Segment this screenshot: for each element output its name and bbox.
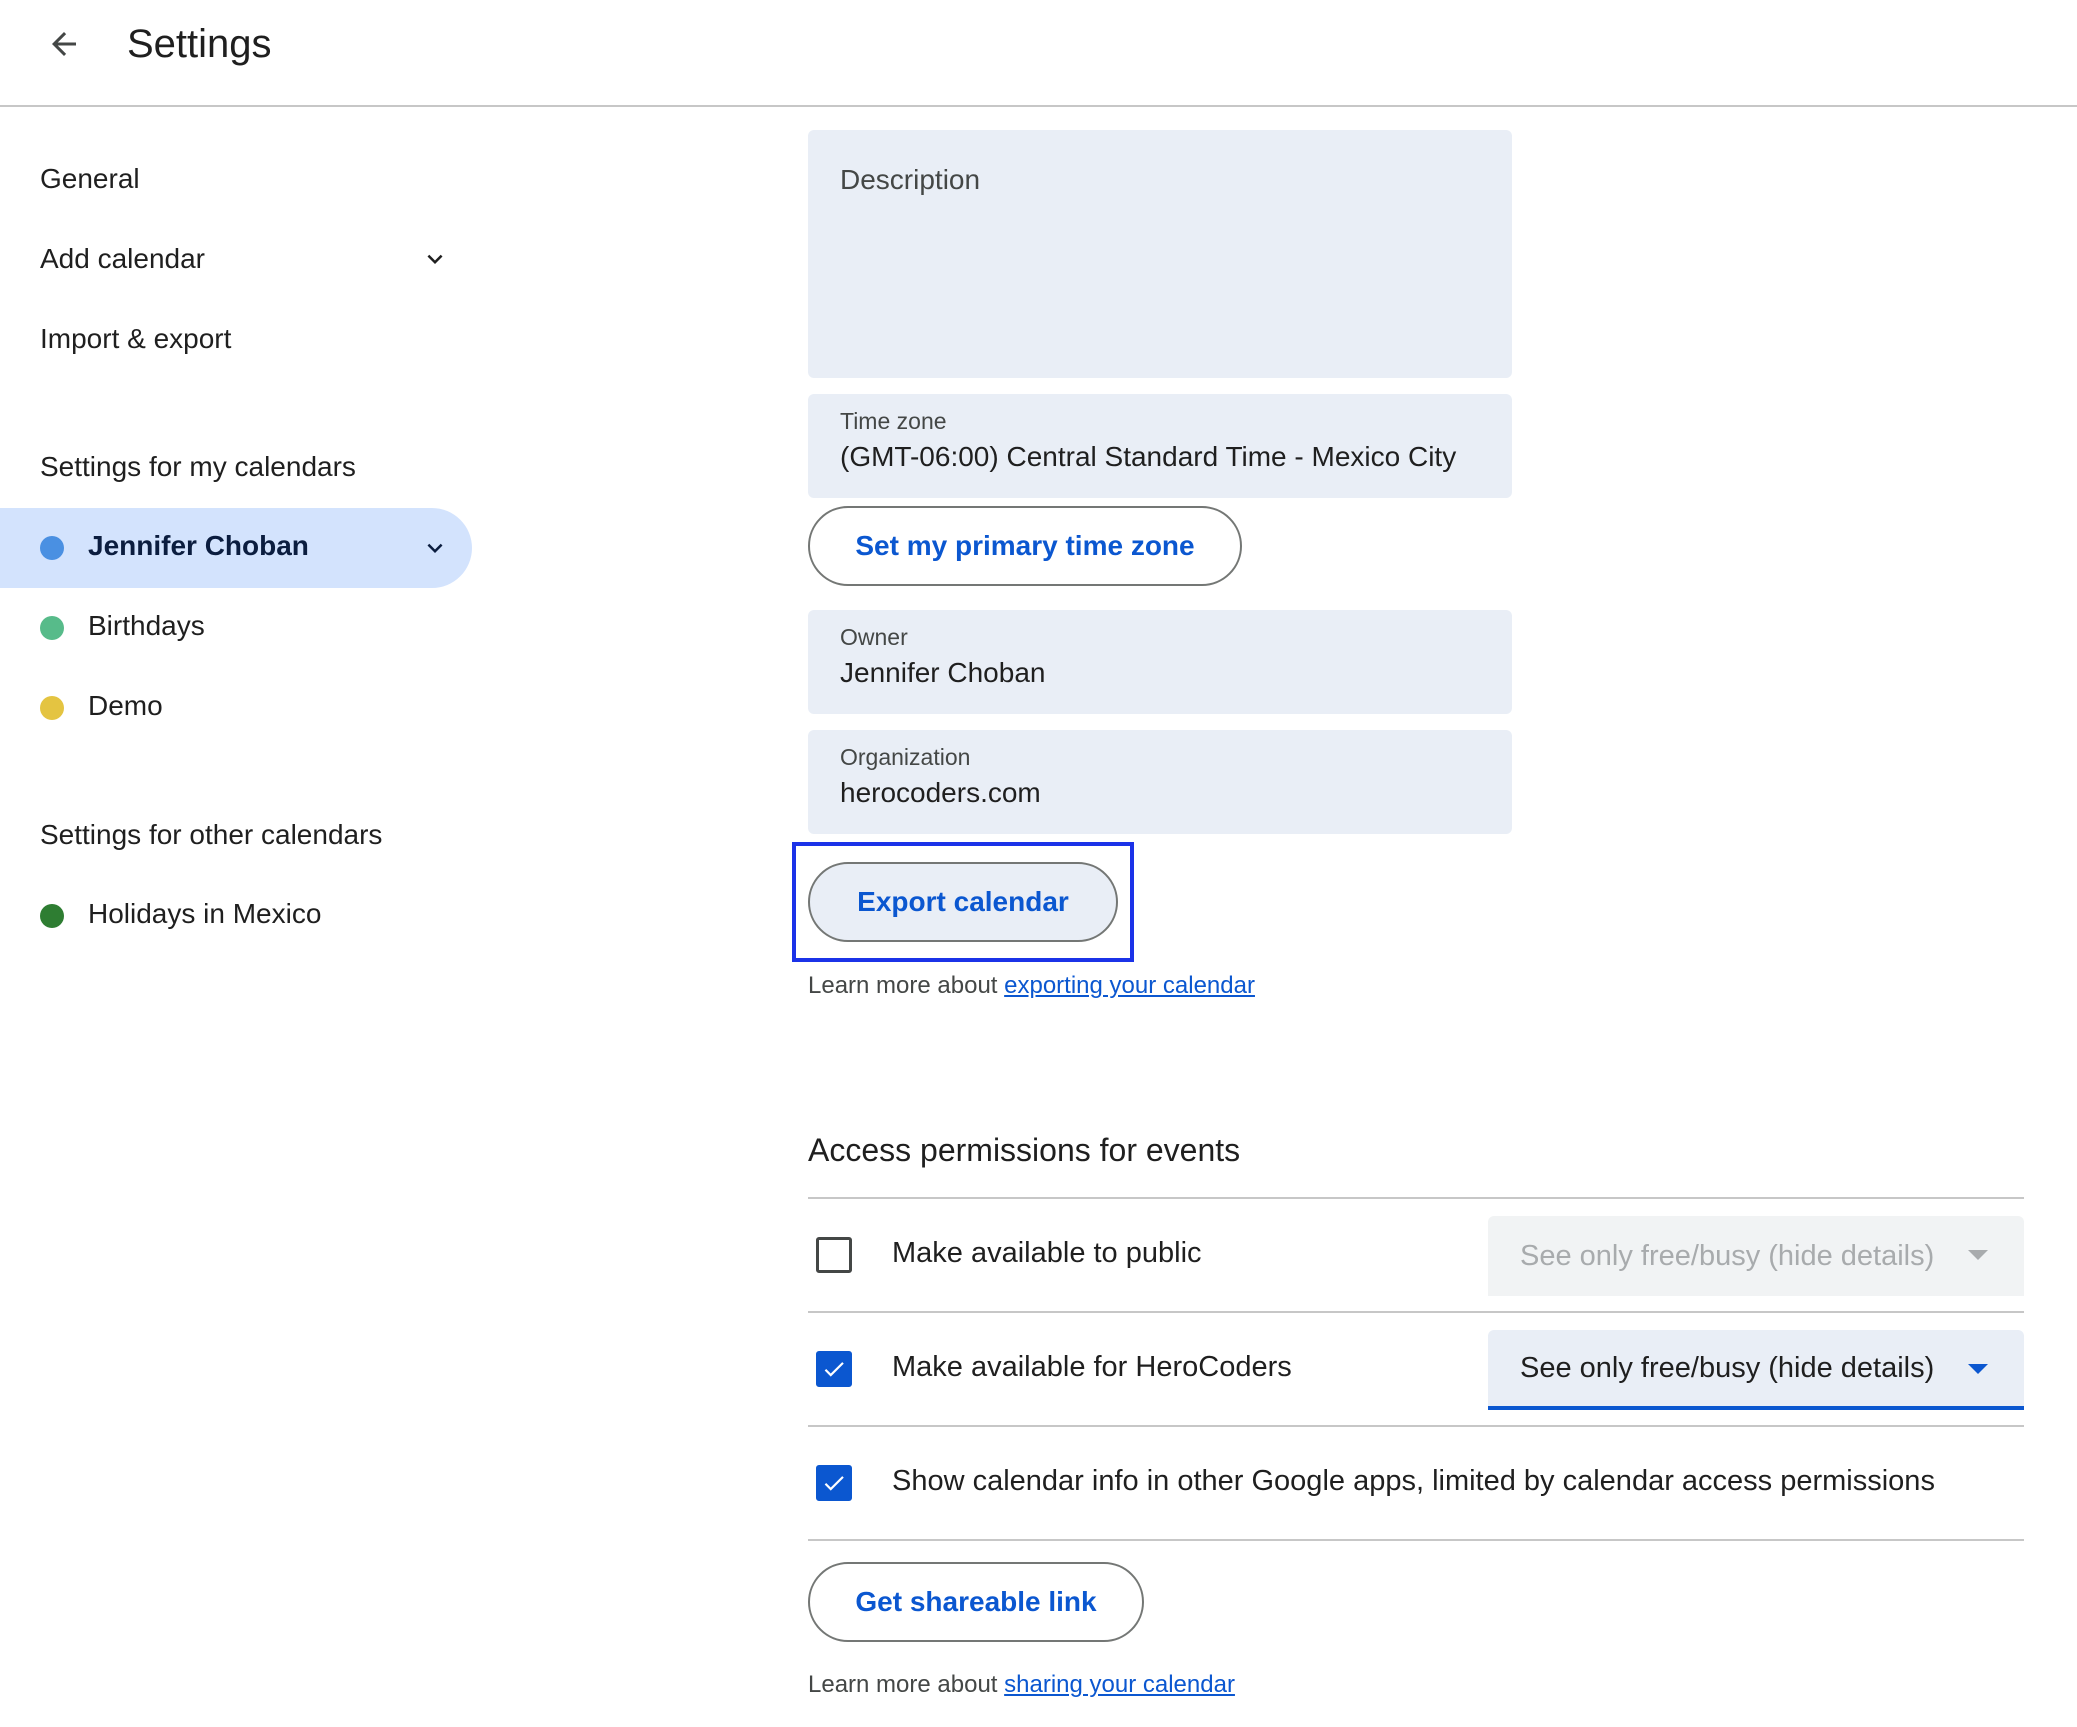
- exporting-calendar-link[interactable]: exporting your calendar: [1004, 972, 1255, 999]
- owner-value: Jennifer Choban: [840, 657, 1046, 688]
- calendar-label: Birthdays: [88, 610, 205, 641]
- calendar-color-dot: [40, 536, 64, 560]
- sidebar-item-jennifer-choban[interactable]: Jennifer Choban: [0, 508, 472, 588]
- sidebar-item-demo[interactable]: Demo: [0, 668, 472, 748]
- learn-more-text: Learn more about: [808, 1671, 998, 1698]
- organization-label: Organization: [840, 744, 971, 770]
- export-learn-more: Learn more about exporting your calendar: [808, 972, 1255, 1000]
- calendar-label: Holidays in Mexico: [88, 898, 322, 929]
- google-apps-checkbox[interactable]: [816, 1465, 852, 1501]
- public-visibility-select: See only free/busy (hide details): [1488, 1216, 2024, 1296]
- dropdown-arrow-icon: [1968, 1364, 1988, 1374]
- other-calendars-heading: Settings for other calendars: [40, 819, 383, 850]
- timezone-value: (GMT-06:00) Central Standard Time - Mexi…: [840, 441, 1457, 472]
- app-header: Settings: [0, 0, 2077, 107]
- divider: [808, 1425, 2024, 1427]
- divider: [808, 1197, 2024, 1199]
- back-button[interactable]: [34, 14, 94, 74]
- sharing-calendar-link[interactable]: sharing your calendar: [1004, 1671, 1235, 1698]
- permission-row-herocoders: Make available for HeroCoders See only f…: [808, 1329, 2024, 1410]
- sidebar-item-general[interactable]: General: [40, 163, 140, 195]
- sidebar-item-holidays-in-mexico[interactable]: Holidays in Mexico: [0, 876, 472, 956]
- divider: [808, 1311, 2024, 1313]
- divider: [808, 1539, 2024, 1541]
- export-calendar-button[interactable]: Export calendar: [808, 862, 1118, 942]
- calendar-color-dot: [40, 696, 64, 720]
- chevron-down-icon[interactable]: [420, 244, 450, 274]
- share-learn-more: Learn more about sharing your calendar: [808, 1671, 1235, 1699]
- dropdown-arrow-icon: [1968, 1250, 1988, 1260]
- permission-row-google-apps: Show calendar info in other Google apps,…: [808, 1443, 2024, 1523]
- owner-field: Owner Jennifer Choban: [808, 610, 1512, 714]
- calendar-color-dot: [40, 616, 64, 640]
- sidebar-item-add-calendar[interactable]: Add calendar: [40, 243, 205, 275]
- my-calendars-heading: Settings for my calendars: [40, 451, 356, 482]
- chevron-down-icon[interactable]: [420, 533, 450, 563]
- google-apps-label: Show calendar info in other Google apps,…: [892, 1465, 1935, 1497]
- permission-row-public: Make available to public See only free/b…: [808, 1215, 2024, 1296]
- timezone-label: Time zone: [840, 408, 947, 434]
- public-label: Make available to public: [892, 1237, 1202, 1269]
- checkmark-icon: [824, 1476, 844, 1491]
- select-value: See only free/busy (hide details): [1520, 1351, 1935, 1384]
- timezone-field[interactable]: Time zone (GMT-06:00) Central Standard T…: [808, 394, 1512, 498]
- select-value: See only free/busy (hide details): [1520, 1239, 1935, 1272]
- public-checkbox[interactable]: [816, 1237, 852, 1273]
- page-title: Settings: [127, 22, 272, 66]
- organization-value: herocoders.com: [840, 777, 1041, 808]
- sidebar-item-import-export[interactable]: Import & export: [40, 323, 231, 355]
- herocoders-visibility-select[interactable]: See only free/busy (hide details): [1488, 1330, 2024, 1410]
- owner-label: Owner: [840, 624, 908, 650]
- description-placeholder: Description: [840, 164, 981, 195]
- set-primary-timezone-button[interactable]: Set my primary time zone: [808, 506, 1242, 586]
- arrow-back-icon: [52, 32, 76, 56]
- herocoders-checkbox[interactable]: [816, 1351, 852, 1387]
- sidebar: General Add calendar Import & export Set…: [0, 108, 480, 1727]
- calendar-label: Jennifer Choban: [88, 530, 309, 561]
- sidebar-item-birthdays[interactable]: Birthdays: [0, 588, 472, 668]
- calendar-color-dot: [40, 904, 64, 928]
- calendar-label: Demo: [88, 690, 163, 721]
- get-shareable-link-button[interactable]: Get shareable link: [808, 1562, 1144, 1642]
- learn-more-text: Learn more about: [808, 972, 998, 999]
- organization-field: Organization herocoders.com: [808, 730, 1512, 834]
- checkmark-icon: [824, 1362, 844, 1377]
- access-permissions-title: Access permissions for events: [808, 1132, 1241, 1168]
- herocoders-label: Make available for HeroCoders: [892, 1351, 1292, 1383]
- description-field[interactable]: Description: [808, 130, 1512, 378]
